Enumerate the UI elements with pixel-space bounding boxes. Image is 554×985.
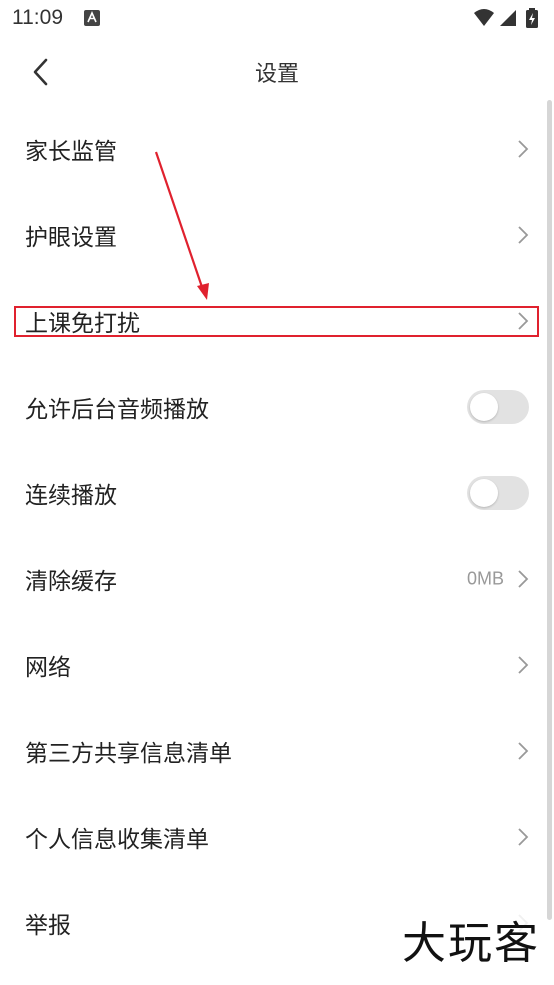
wifi-icon: [474, 9, 494, 26]
watermark-logo: 大玩客: [398, 907, 544, 971]
status-time: 11:09: [12, 6, 63, 29]
settings-item-label: 清除缓存: [25, 569, 117, 595]
settings-screen: 11:09 设置 家长监管 护眼设置 上课免打扰 允许后台音频播放 连续播放 清…: [0, 0, 554, 985]
battery-charging-icon: [526, 8, 538, 28]
toggle-knob: [470, 393, 498, 421]
settings-item-background-audio[interactable]: 允许后台音频播放: [0, 364, 554, 450]
settings-item-personal-info-collection[interactable]: 个人信息收集清单: [0, 794, 554, 880]
settings-item-third-party-sharing[interactable]: 第三方共享信息清单: [0, 708, 554, 794]
settings-item-label: 允许后台音频播放: [25, 397, 209, 423]
chevron-right-icon: [518, 742, 529, 760]
status-bar: 11:09: [0, 0, 554, 38]
autoplay-toggle[interactable]: [467, 476, 529, 510]
settings-item-parental-control[interactable]: 家长监管: [0, 106, 554, 192]
toggle-knob: [470, 479, 498, 507]
scrollbar[interactable]: [547, 100, 552, 920]
chevron-right-icon: [518, 656, 529, 674]
chevron-right-icon: [518, 226, 529, 244]
settings-item-label: 网络: [25, 655, 71, 681]
background-audio-toggle[interactable]: [467, 390, 529, 424]
settings-item-label: 第三方共享信息清单: [25, 741, 232, 767]
settings-item-clear-cache[interactable]: 清除缓存 0MB: [0, 536, 554, 622]
settings-item-label: 举报: [25, 913, 71, 939]
settings-item-eye-protection[interactable]: 护眼设置: [0, 192, 554, 278]
settings-item-label: 连续播放: [25, 483, 117, 509]
settings-item-autoplay[interactable]: 连续播放: [0, 450, 554, 536]
page-title: 设置: [254, 62, 299, 87]
settings-item-label: 个人信息收集清单: [25, 827, 209, 853]
cache-size-value: 0MB: [466, 568, 504, 589]
chevron-right-icon: [518, 570, 529, 588]
nav-bar: 设置: [0, 40, 554, 104]
settings-item-network[interactable]: 网络: [0, 622, 554, 708]
settings-item-label: 家长监管: [25, 139, 117, 165]
settings-list: 家长监管 护眼设置 上课免打扰 允许后台音频播放 连续播放 清除缓存 0MB 网…: [0, 106, 554, 966]
status-icons: [472, 6, 544, 30]
chevron-right-icon: [518, 828, 529, 846]
settings-item-label: 护眼设置: [25, 225, 117, 251]
chevron-right-icon: [518, 140, 529, 158]
annotation-highlight-box: [14, 306, 539, 337]
notification-a-icon: [84, 10, 100, 26]
signal-icon: [500, 10, 516, 26]
